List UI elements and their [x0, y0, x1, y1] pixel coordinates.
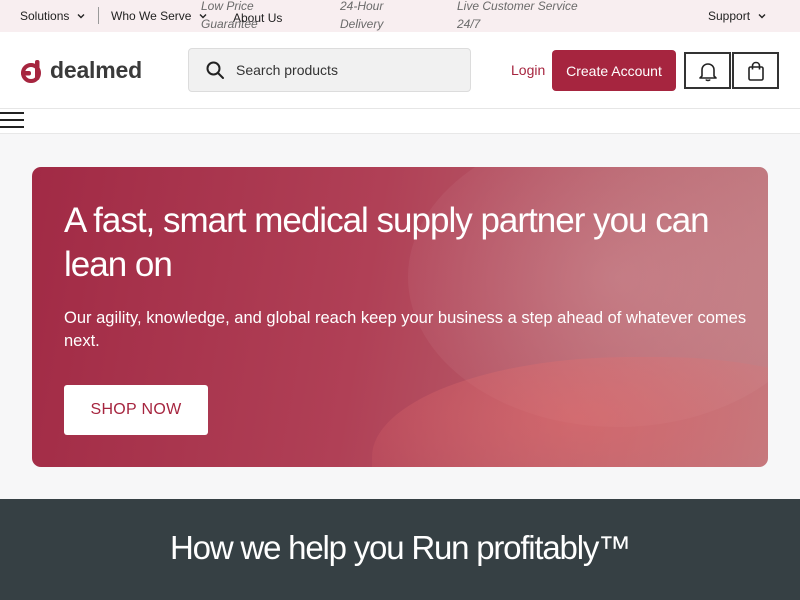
search-bar[interactable] [188, 48, 471, 92]
dealmed-logo[interactable]: dealmed [20, 57, 142, 84]
chevron-down-icon [758, 14, 766, 19]
section-title: How we help you Run profitably™ [170, 529, 631, 566]
notifications-button[interactable] [684, 52, 731, 89]
who-we-serve-label: Who We Serve [111, 9, 192, 23]
note-line: Live Customer Service [457, 0, 578, 13]
cart-button[interactable] [732, 52, 779, 89]
solutions-menu[interactable]: Solutions [20, 9, 86, 23]
site-header: dealmed Login Create Account [0, 32, 800, 109]
hero-banner: A fast, smart medical supply partner you… [32, 167, 768, 467]
hero-subtitle: Our agility, knowledge, and global reach… [64, 309, 747, 350]
who-we-serve-menu[interactable]: Who We Serve [111, 9, 208, 23]
customer-service-note: Live Customer Service 24/7 [457, 0, 578, 33]
chevron-down-icon [77, 14, 85, 19]
about-us-link[interactable]: About Us [233, 11, 282, 25]
nav-row [0, 109, 800, 134]
hero-title: A fast, smart medical supply partner you… [64, 201, 710, 284]
logo-wordmark: dealmed [50, 57, 142, 83]
note-line: Delivery [340, 17, 384, 31]
hero-background-image [372, 357, 768, 467]
delivery-note: 24-Hour Delivery [340, 0, 383, 33]
bell-icon [698, 62, 717, 81]
shopping-bag-icon [747, 61, 764, 81]
login-link[interactable]: Login [511, 62, 545, 78]
support-label: Support [708, 9, 751, 23]
utility-bar: Solutions Who We Serve Low Price Guarant… [0, 0, 800, 32]
note-line: 24-Hour [340, 0, 384, 13]
shop-now-button[interactable]: SHOP NOW [64, 385, 208, 435]
about-us-label: About Us [233, 11, 283, 25]
hamburger-menu-icon[interactable] [0, 112, 24, 129]
search-input[interactable] [236, 62, 456, 78]
search-icon [206, 61, 224, 79]
create-account-button[interactable]: Create Account [552, 50, 676, 91]
solutions-label: Solutions [20, 9, 70, 23]
value-band: How we help you Run profitably™ [0, 499, 800, 600]
note-line: 24/7 [457, 17, 481, 31]
divider [98, 7, 99, 24]
support-menu[interactable]: Support [708, 9, 767, 23]
dealmed-logo-icon [21, 59, 41, 83]
